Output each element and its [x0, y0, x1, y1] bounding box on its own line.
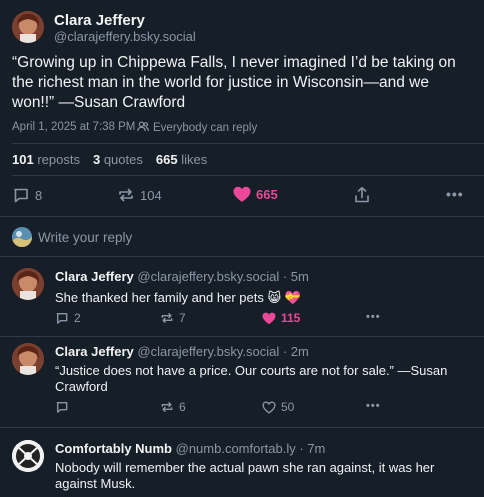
repost-button[interactable]: 7 — [160, 311, 186, 325]
reply-text: “Justice does not have a price. Our cour… — [55, 363, 448, 394]
avatar[interactable] — [12, 11, 44, 43]
quotes-stat[interactable]: 3 quotes — [93, 152, 143, 167]
reply-button[interactable]: 8 — [12, 186, 42, 204]
divider — [0, 256, 484, 257]
divider — [0, 427, 484, 428]
avatar[interactable] — [12, 440, 44, 472]
repost-count: 7 — [179, 311, 186, 325]
like-button[interactable]: 115 — [262, 311, 300, 325]
author-handle[interactable]: @clarajeffery.bsky.social — [137, 269, 279, 284]
post-timestamp[interactable]: April 1, 2025 at 7:38 PM — [12, 121, 135, 133]
reply-icon — [55, 311, 69, 325]
likes-stat[interactable]: 665 likes — [156, 152, 207, 167]
reply-header: Clara Jeffery @clarajeffery.bsky.social … — [55, 269, 309, 284]
avatar[interactable] — [12, 343, 44, 375]
reply-icon — [12, 186, 30, 204]
reply-time[interactable]: · 7m — [299, 441, 325, 456]
repost-icon — [160, 311, 174, 325]
author-handle[interactable]: @clarajeffery.bsky.social — [137, 344, 279, 359]
like-button[interactable]: 50 — [262, 400, 294, 414]
reposts-label: reposts — [37, 152, 80, 167]
likes-label: likes — [181, 152, 208, 167]
heart-filled-icon — [262, 312, 276, 325]
reply-count: 2 — [74, 311, 81, 325]
author-name[interactable]: Clara Jeffery — [54, 12, 145, 29]
author-handle[interactable]: @numb.comfortab.ly — [176, 441, 296, 456]
reply-text: Nobody will remember the actual pawn she… — [55, 460, 435, 491]
like-count: 665 — [256, 187, 278, 202]
repost-icon — [117, 186, 135, 204]
reply-button[interactable]: 2 — [55, 311, 81, 325]
repost-count: 6 — [179, 400, 186, 414]
divider — [0, 216, 484, 217]
likes-count: 665 — [155, 152, 178, 167]
reply-text: She thanked her family and her pets 😸 💝 — [55, 290, 301, 305]
reply-button[interactable] — [55, 400, 74, 414]
repost-button[interactable]: 6 — [160, 400, 186, 414]
author-handle[interactable]: @clarajeffery.bsky.social — [54, 29, 196, 44]
quotes-count: 3 — [92, 152, 101, 167]
share-button[interactable] — [354, 186, 370, 204]
reply-setting-label: Everybody can reply — [153, 122, 258, 134]
write-reply-input[interactable]: Write your reply — [38, 230, 132, 245]
repost-count: 104 — [140, 187, 162, 203]
author-name[interactable]: Comfortably Numb — [55, 441, 172, 456]
repost-icon — [160, 400, 174, 414]
like-button[interactable]: 665 — [233, 186, 278, 203]
like-count: 115 — [281, 311, 301, 325]
reposts-stat[interactable]: 101 reposts — [12, 152, 80, 167]
reply-time[interactable]: · 2m — [283, 344, 309, 359]
user-avatar — [12, 227, 32, 247]
repost-button[interactable]: 104 — [117, 186, 162, 204]
share-icon — [354, 186, 370, 204]
post-text: “Growing up in Chippewa Falls, I never i… — [12, 54, 456, 111]
divider — [0, 336, 484, 337]
reply-icon — [55, 400, 69, 414]
more-options-icon[interactable]: ••• — [366, 311, 381, 323]
reply-count: 8 — [35, 187, 43, 203]
reply-header: Clara Jeffery @clarajeffery.bsky.social … — [55, 344, 309, 359]
reposts-count: 101 — [12, 152, 34, 167]
divider — [12, 143, 484, 144]
reply-time[interactable]: · 5m — [283, 269, 309, 284]
more-options-icon[interactable]: ••• — [446, 186, 464, 202]
more-options-icon[interactable]: ••• — [366, 400, 381, 412]
reply-header: Comfortably Numb @numb.comfortab.ly · 7m — [55, 441, 325, 456]
people-icon — [137, 121, 149, 135]
like-count: 50 — [281, 400, 295, 414]
post-stats: 101 reposts 3 quotes 665 likes — [12, 152, 207, 167]
quotes-label: quotes — [103, 152, 143, 167]
reply-setting[interactable]: Everybody can reply — [137, 121, 257, 135]
avatar[interactable] — [12, 268, 44, 300]
heart-filled-icon — [233, 186, 251, 203]
heart-outline-icon — [262, 401, 276, 414]
divider — [12, 175, 484, 176]
author-name[interactable]: Clara Jeffery — [55, 344, 134, 359]
author-name[interactable]: Clara Jeffery — [55, 269, 134, 284]
